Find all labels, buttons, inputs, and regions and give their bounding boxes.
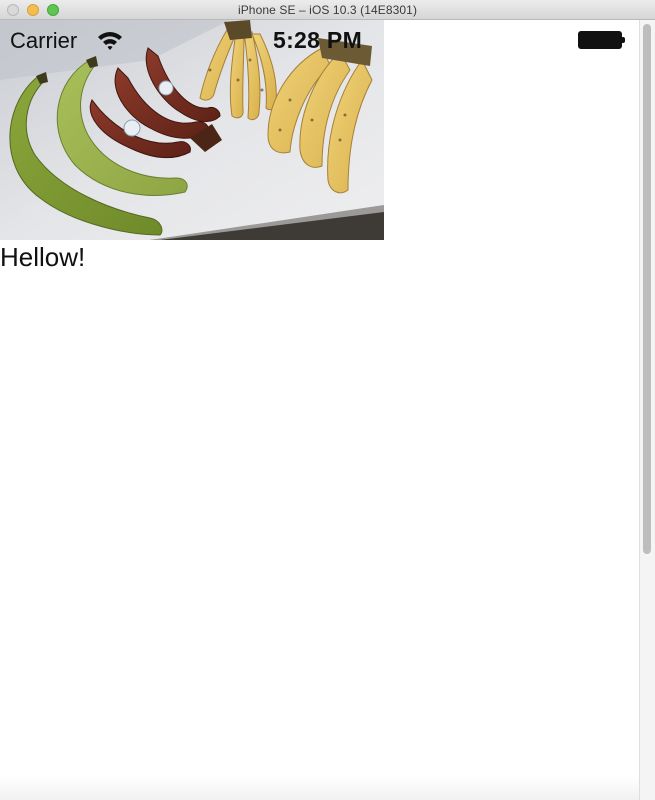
status-bar: Carrier 5:28 PM xyxy=(0,20,639,60)
greeting-label: Hellow! xyxy=(0,242,86,272)
wifi-icon xyxy=(98,32,122,50)
window-title-bar: iPhone SE – iOS 10.3 (14E8301) xyxy=(0,0,655,20)
bottom-shade xyxy=(0,776,639,800)
scrollbar-thumb[interactable] xyxy=(643,24,651,554)
carrier-label: Carrier xyxy=(10,28,78,53)
window-title: iPhone SE – iOS 10.3 (14E8301) xyxy=(237,3,418,17)
scrollbar[interactable] xyxy=(639,20,655,800)
status-time: 5:28 PM xyxy=(273,27,363,53)
simulator-screen: Carrier 5:28 PM Hellow! xyxy=(0,20,639,800)
battery-icon xyxy=(578,31,625,49)
